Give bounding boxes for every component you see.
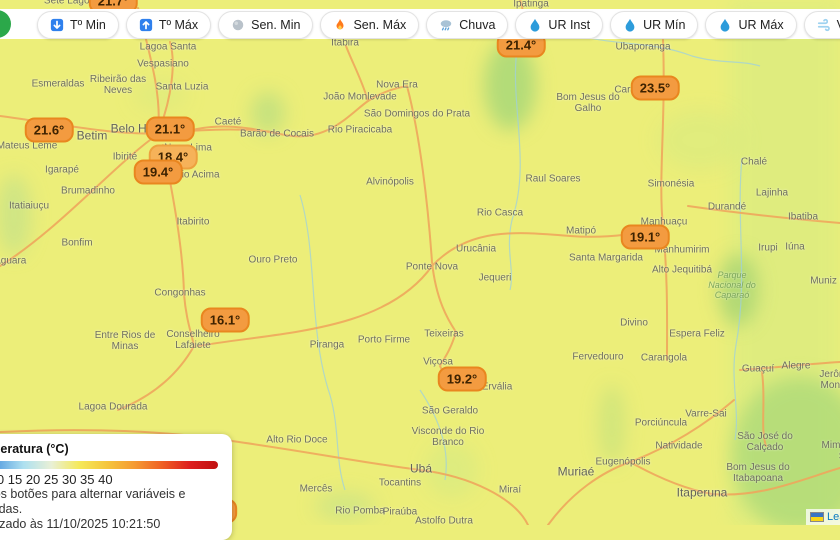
temperature-badge[interactable]: 21.1° — [146, 117, 195, 142]
wind-icon — [817, 18, 831, 32]
toolbar-button-label: Sen. Min — [251, 18, 300, 32]
toolbar-button-label: Chuva — [459, 18, 495, 32]
toolbar-button-label: UR Máx — [738, 18, 783, 32]
cold-icon — [231, 18, 245, 32]
layer-toolbar: Tº Min Tº Máx Sen. Min Sen. Máx Chuva UR Inst… — [37, 11, 840, 37]
toolbar-button-label: Tº Máx — [159, 18, 198, 32]
map-attribution: Leaflet — [806, 509, 840, 525]
legend-title: Temperatura (°C) — [0, 442, 218, 456]
drop-icon — [623, 18, 637, 32]
temp-max-icon — [139, 18, 153, 32]
toolbar-button-vento[interactable]: Vento — [804, 11, 840, 39]
temp-min-icon — [50, 18, 64, 32]
temperature-badge[interactable]: 19.2° — [438, 367, 487, 392]
drop-icon — [718, 18, 732, 32]
toolbar-button-ur-m-x[interactable]: UR Máx — [705, 11, 796, 39]
drop-icon — [528, 18, 542, 32]
temperature-badge[interactable]: 19.1° — [621, 225, 670, 250]
legend-caption: Use os botões para alternar variáveis e … — [0, 487, 218, 517]
temperature-badge[interactable]: 19.4° — [134, 160, 183, 185]
temperature-badge[interactable]: 23.5° — [631, 76, 680, 101]
rain-cloud-icon — [439, 18, 453, 32]
legend-panel: Temperatura (°C) 0 5 10 15 20 25 30 35 4… — [0, 434, 232, 540]
toolbar-button-label: UR Mín — [643, 18, 685, 32]
temperature-badge[interactable]: 21.6° — [25, 118, 74, 143]
toolbar-button-t-m-x[interactable]: Tº Máx — [126, 11, 211, 39]
toolbar-button-ur-inst[interactable]: UR Inst — [515, 11, 603, 39]
legend-gradient-bar — [0, 461, 218, 469]
toolbar-button-label: UR Inst — [548, 18, 590, 32]
toolbar-button-label: Tº Min — [70, 18, 106, 32]
toolbar-button-label: Vento — [837, 18, 840, 32]
toolbar-button-t-min[interactable]: Tº Min — [37, 11, 119, 39]
flame-icon — [333, 18, 347, 32]
toolbar-button-sen-min[interactable]: Sen. Min — [218, 11, 313, 39]
legend-ticks: 0 5 10 15 20 25 30 35 40 — [0, 472, 218, 487]
leaflet-attribution-link[interactable]: Leaflet — [827, 511, 840, 523]
toolbar-button-label: Sen. Máx — [353, 18, 406, 32]
toolbar-button-ur-m-n[interactable]: UR Mín — [610, 11, 698, 39]
toolbar-button-chuva[interactable]: Chuva — [426, 11, 508, 39]
ukraine-flag-icon — [810, 512, 824, 522]
toolbar-button-sen-m-x[interactable]: Sen. Máx — [320, 11, 419, 39]
temperature-badge[interactable]: 16.1° — [201, 308, 250, 333]
